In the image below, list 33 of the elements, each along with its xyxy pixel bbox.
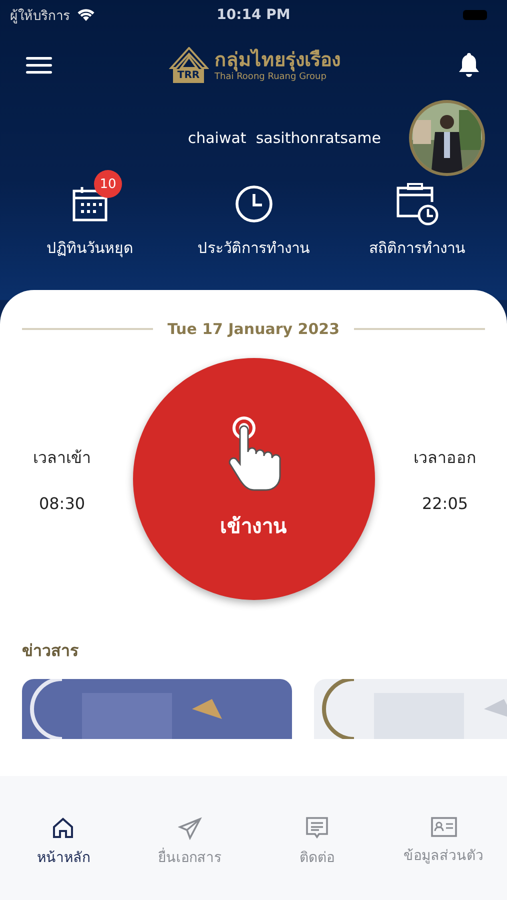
nav-label: ติดต่อ (299, 849, 334, 868)
news-heading: ข่าวสาร (22, 640, 80, 662)
date-label: Tue 17 January 2023 (167, 320, 340, 338)
clock-icon[interactable] (234, 185, 272, 223)
action-label[interactable]: ปฏิทินวันหยุด (46, 236, 134, 260)
home-icon (51, 816, 76, 840)
check-out-time: 22:05 (422, 494, 468, 513)
bell-icon[interactable] (457, 52, 481, 78)
action-label[interactable]: สถิติการทำงาน (369, 236, 465, 260)
notification-count: 10 (94, 170, 122, 198)
wifi-icon (76, 8, 96, 22)
message-icon (304, 816, 329, 840)
send-icon (178, 816, 202, 840)
carrier-name: ผู้ให้บริการ (10, 8, 70, 26)
check-out-label: เวลาออก (414, 447, 476, 469)
nav-label: ยื่นเอกสาร (158, 846, 222, 868)
status-time: 10:14 PM (216, 7, 292, 23)
nav-tab[interactable]: หน้าหลัก (3, 816, 124, 900)
check-in-time: 08:30 (38, 494, 86, 513)
nav-label: ข้อมูลส่วนตัว (404, 847, 484, 866)
nav-label: หน้าหลัก (36, 849, 90, 868)
mountain-logo-icon (168, 47, 208, 69)
id-card-icon (430, 816, 457, 838)
battery-icon (463, 10, 487, 20)
action-label[interactable]: ประวัติการทำงาน (198, 236, 310, 260)
logo-title: กลุ่มไทยรุ่งเรือง (214, 48, 340, 72)
calendar-clock-icon[interactable] (395, 182, 439, 226)
menu-icon[interactable] (26, 55, 52, 75)
check-in-label: เวลาเข้า (33, 447, 91, 469)
logo-subtitle: Thai Roong Ruang Group (214, 72, 328, 82)
check-in-button[interactable]: เข้างาน (132, 358, 374, 600)
logo-mark: TRR (173, 69, 204, 83)
user-name: chaiwat sasithonratsame (188, 129, 381, 147)
